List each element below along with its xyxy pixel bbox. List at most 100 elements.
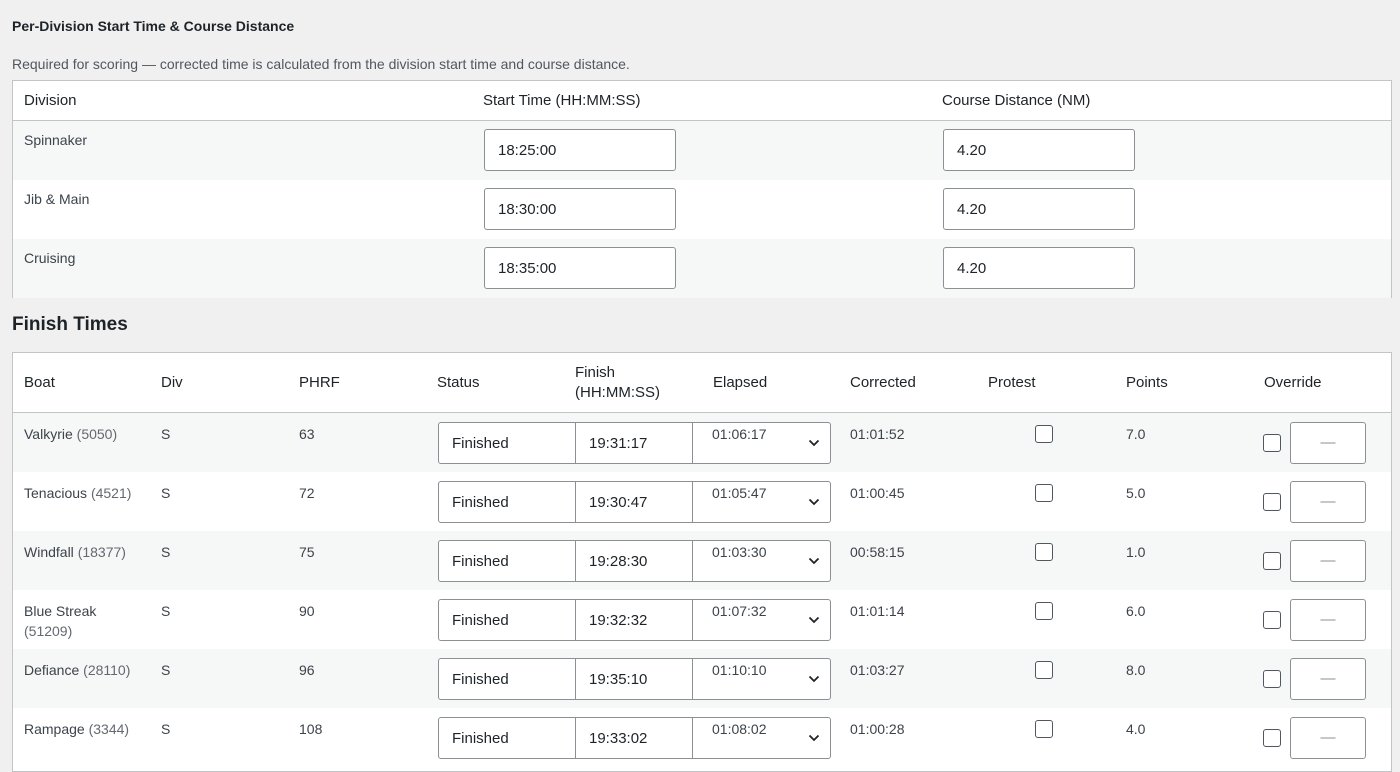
start-time-input[interactable]: 18:30:00 [484, 188, 676, 230]
override-points-input[interactable]: — [1290, 658, 1366, 700]
division-name: Cruising [24, 250, 76, 266]
finish-input-group: Finished 19:31:17 01:06:17 [438, 422, 831, 464]
header-phrf: PHRF [299, 374, 340, 391]
elapsed-select[interactable]: 01:03:30 [693, 541, 830, 581]
protest-checkbox[interactable] [1035, 425, 1053, 443]
corrected-cell: 00:58:15 [850, 544, 905, 560]
finish-times-title: Finish Times [12, 314, 128, 335]
override-points-input[interactable]: — [1290, 481, 1366, 523]
header-finish-line1: Finish [575, 364, 616, 381]
boat-cell: Valkyrie (5050) [24, 424, 144, 444]
chevron-down-icon [808, 616, 820, 624]
division-cell: S [161, 662, 171, 678]
course-distance-input[interactable]: 4.20 [943, 247, 1135, 289]
elapsed-select[interactable]: 01:08:02 [693, 718, 830, 758]
override-checkbox[interactable] [1263, 611, 1281, 629]
status-select[interactable]: Finished [439, 718, 576, 758]
finish-time-input[interactable]: 19:35:10 [576, 659, 693, 699]
status-select[interactable]: Finished [439, 482, 576, 522]
phrf-cell: 108 [299, 721, 323, 737]
boat-cell: Windfall (18377) [24, 542, 144, 562]
status-select[interactable]: Finished [439, 541, 576, 581]
corrected-cell: 01:00:28 [850, 721, 905, 737]
finish-time-input[interactable]: 19:32:32 [576, 600, 693, 640]
table-row: Blue Streak (51209) S 90 Finished 19:32:32 01… [13, 590, 1391, 649]
status-select[interactable]: Finished [439, 659, 576, 699]
chevron-down-icon [808, 734, 820, 742]
status-select[interactable]: Finished [439, 600, 576, 640]
division-name: Jib & Main [24, 191, 90, 207]
finish-time-input[interactable]: 19:33:02 [576, 718, 693, 758]
corrected-cell: 01:01:14 [850, 603, 905, 619]
override-checkbox[interactable] [1263, 670, 1281, 688]
status-select[interactable]: Finished [439, 423, 576, 463]
elapsed-value: 01:08:02 [712, 721, 767, 737]
finish-times-table: Boat Div PHRF Status Finish (HH:MM:SS) E… [12, 352, 1392, 772]
header-finish: Finish (HH:MM:SS) [575, 363, 660, 403]
boat-name: Blue Streak [24, 603, 97, 619]
points-cell: 6.0 [1126, 603, 1146, 619]
sail-number: (3344) [88, 721, 130, 737]
boat-cell: Tenacious (4521) [24, 483, 144, 503]
protest-checkbox[interactable] [1035, 720, 1053, 738]
override-points-input[interactable]: — [1290, 717, 1366, 759]
override-checkbox[interactable] [1263, 493, 1281, 511]
course-distance-input[interactable]: 4.20 [943, 188, 1135, 230]
phrf-cell: 75 [299, 544, 315, 560]
elapsed-value: 01:05:47 [712, 485, 767, 501]
boat-name: Valkyrie [24, 426, 73, 442]
phrf-cell: 72 [299, 485, 315, 501]
boat-cell: Rampage (3344) [24, 719, 144, 739]
boat-name: Tenacious [24, 485, 88, 501]
override-checkbox[interactable] [1263, 552, 1281, 570]
phrf-cell: 96 [299, 662, 315, 678]
finish-input-group: Finished 19:28:30 01:03:30 [438, 540, 831, 582]
finish-time-input[interactable]: 19:28:30 [576, 541, 693, 581]
chevron-down-icon [808, 439, 820, 447]
finish-input-group: Finished 19:35:10 01:10:10 [438, 658, 831, 700]
elapsed-value: 01:07:32 [712, 603, 767, 619]
header-protest: Protest [988, 374, 1036, 391]
finish-input-group: Finished 19:30:47 01:05:47 [438, 481, 831, 523]
finish-time-input[interactable]: 19:30:47 [576, 482, 693, 522]
table-row: Windfall (18377) S 75 Finished 19:28:30 01:03… [13, 531, 1391, 590]
boat-name: Rampage [24, 721, 85, 737]
header-division: Division [24, 92, 77, 109]
elapsed-select[interactable]: 01:05:47 [693, 482, 830, 522]
sail-number: (28110) [83, 662, 131, 678]
division-table-header: Division Start Time (HH:MM:SS) Course Di… [13, 81, 1391, 121]
chevron-down-icon [808, 498, 820, 506]
protest-checkbox[interactable] [1035, 484, 1053, 502]
sail-number: (5050) [76, 426, 118, 442]
override-points-input[interactable]: — [1290, 599, 1366, 641]
boat-cell: Defiance (28110) [24, 660, 144, 680]
course-distance-input[interactable]: 4.20 [943, 129, 1135, 171]
elapsed-select[interactable]: 01:06:17 [693, 423, 830, 463]
elapsed-select[interactable]: 01:07:32 [693, 600, 830, 640]
chevron-down-icon [808, 557, 820, 565]
finish-time-input[interactable]: 19:31:17 [576, 423, 693, 463]
header-corrected: Corrected [850, 374, 916, 391]
points-cell: 7.0 [1126, 426, 1146, 442]
division-cell: S [161, 426, 171, 442]
header-points: Points [1126, 374, 1168, 391]
protest-checkbox[interactable] [1035, 661, 1053, 679]
header-status: Status [437, 374, 480, 391]
protest-checkbox[interactable] [1035, 543, 1053, 561]
division-cell: S [161, 485, 171, 501]
start-time-input[interactable]: 18:35:00 [484, 247, 676, 289]
protest-checkbox[interactable] [1035, 602, 1053, 620]
header-elapsed: Elapsed [713, 374, 768, 391]
chevron-down-icon [808, 675, 820, 683]
start-time-input[interactable]: 18:25:00 [484, 129, 676, 171]
override-checkbox[interactable] [1263, 729, 1281, 747]
header-boat: Boat [24, 374, 55, 391]
override-points-input[interactable]: — [1290, 540, 1366, 582]
points-cell: 1.0 [1126, 544, 1146, 560]
division-table: Division Start Time (HH:MM:SS) Course Di… [12, 80, 1392, 298]
override-points-input[interactable]: — [1290, 422, 1366, 464]
division-cell: S [161, 544, 171, 560]
elapsed-select[interactable]: 01:10:10 [693, 659, 830, 699]
sail-number: (4521) [90, 485, 132, 501]
override-checkbox[interactable] [1263, 434, 1281, 452]
